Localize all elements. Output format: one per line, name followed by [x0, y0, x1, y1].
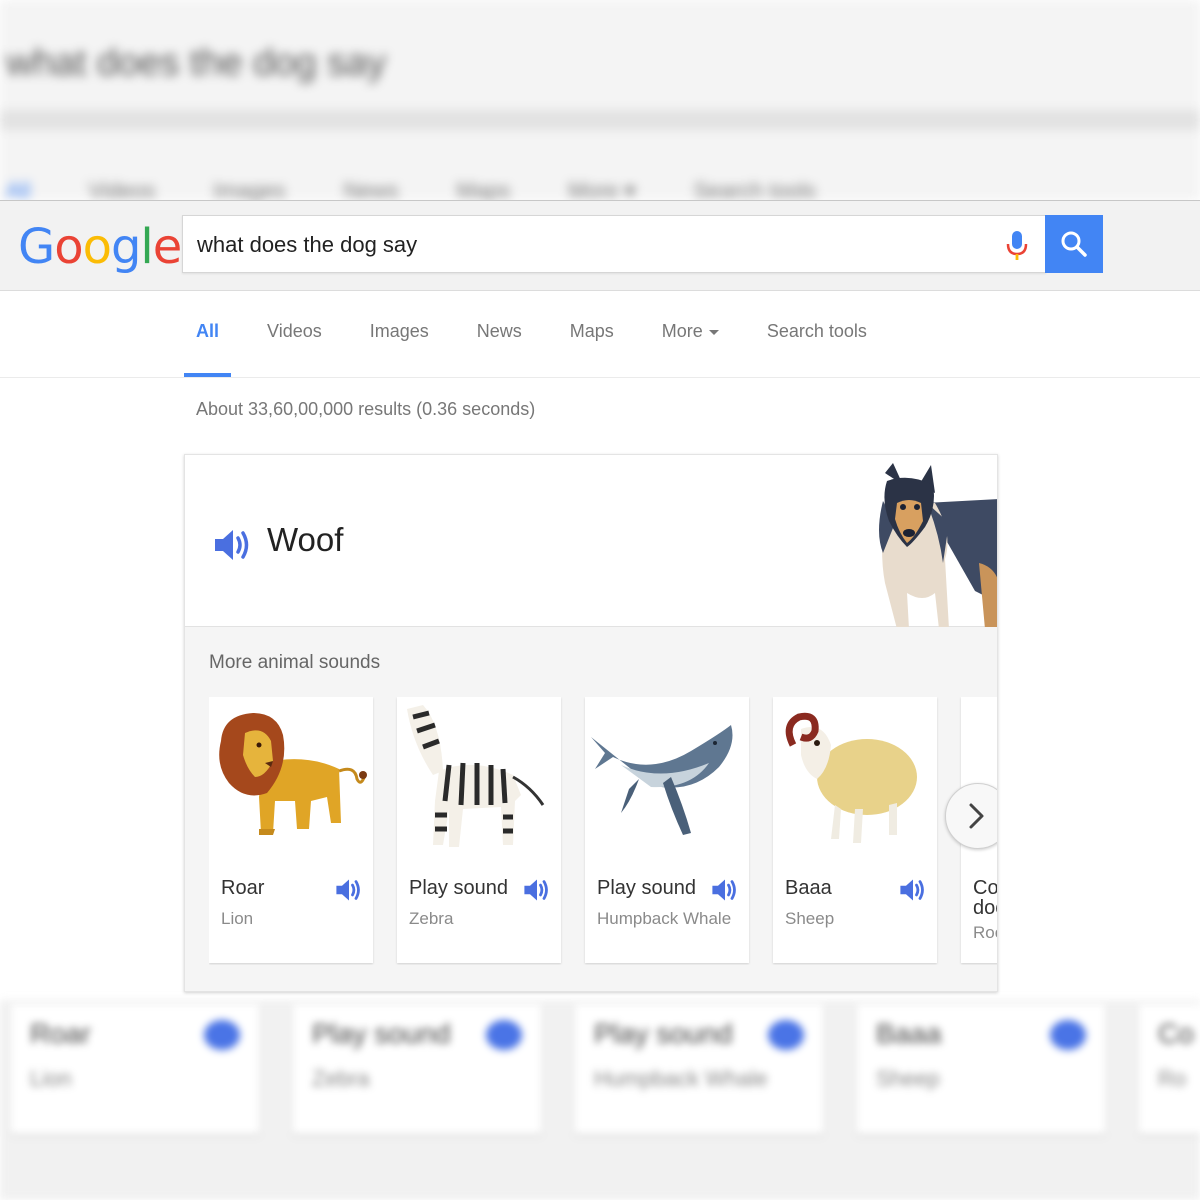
blurred-card-name: Lion: [30, 1066, 72, 1091]
blurred-card-name: Humpback Whale: [594, 1066, 768, 1091]
animal-card-lion[interactable]: Roar Lion: [209, 697, 373, 963]
logo-letter: l: [140, 219, 153, 275]
blurred-tab: Videos: [88, 178, 156, 203]
animal-name: Lion: [221, 909, 254, 928]
blurred-tabs: All Videos Images News Maps More ▾ Searc…: [0, 178, 816, 203]
tab-more[interactable]: More: [650, 291, 731, 377]
animal-sound-label: Roar: [221, 877, 265, 899]
search-input[interactable]: [197, 230, 977, 260]
animal-carousel: Roar Lion Play sound Zebra Play sound Hu…: [209, 697, 997, 965]
animal-sound-answer-card: Woof More animal sounds Roar Lion Play s…: [184, 454, 998, 992]
results-stats: About 33,60,00,000 results (0.36 seconds…: [196, 399, 536, 419]
magnifier-icon: [1061, 231, 1087, 257]
speaker-icon[interactable]: [523, 877, 551, 903]
tab-images[interactable]: Images: [358, 291, 441, 377]
blurred-card-name: Zebra: [312, 1066, 370, 1091]
search-box: [182, 215, 1046, 273]
google-logo[interactable]: Google: [18, 219, 183, 275]
speaker-icon: [768, 1020, 804, 1050]
animal-name: Zebra: [409, 909, 454, 928]
zebra-illustration: [403, 705, 555, 855]
blurred-card-label: Co: [1158, 1018, 1194, 1049]
search-button[interactable]: [1045, 215, 1103, 273]
blurred-card-name: Sheep: [876, 1066, 940, 1091]
logo-letter: o: [54, 219, 83, 275]
tab-label: More: [661, 321, 703, 341]
humpback-whale-illustration: [591, 705, 743, 855]
blurred-card: Play sound Humpback Whale: [574, 1004, 824, 1134]
blurred-tab: Maps: [456, 178, 511, 203]
animal-card-zebra[interactable]: Play sound Zebra: [397, 697, 561, 963]
animal-sound-label-line2: doo: [973, 897, 997, 919]
tab-label: Search tools: [766, 321, 867, 341]
logo-letter: G: [18, 219, 55, 275]
blurred-divider: [0, 110, 1200, 130]
speaker-icon[interactable]: [711, 877, 739, 903]
tabs-divider: [0, 377, 1200, 378]
blurred-card-name: Ro: [1158, 1066, 1187, 1091]
dog-illustration: [875, 463, 997, 629]
tab-label: Videos: [267, 321, 322, 341]
logo-letter: g: [110, 219, 141, 275]
speaker-icon[interactable]: [335, 877, 363, 903]
chevron-right-icon: [969, 803, 984, 829]
tab-videos[interactable]: Videos: [255, 291, 334, 377]
blurred-tab: Search tools: [693, 178, 816, 203]
tab-maps[interactable]: Maps: [558, 291, 626, 377]
blurred-carousel-background: Roar Lion Play sound Zebra Play sound Humpb…: [0, 1000, 1200, 1200]
speaker-icon[interactable]: [899, 877, 927, 903]
animal-sound-label: Baaa: [785, 877, 832, 899]
blurred-card-label: Play sound: [312, 1018, 451, 1049]
answer-header: Woof: [185, 455, 997, 629]
animal-name: Roo: [973, 923, 997, 942]
mic-icon[interactable]: [1005, 230, 1029, 262]
animal-sound-label: Play sound: [409, 877, 508, 899]
animal-sound-label: Play sound: [597, 877, 696, 899]
tab-all[interactable]: All: [184, 291, 232, 377]
search-tabs: All Videos Images News Maps More Search …: [184, 291, 903, 377]
animal-card-sheep[interactable]: Baaa Sheep: [773, 697, 937, 963]
animal-name: Sheep: [785, 909, 835, 928]
tab-news[interactable]: News: [465, 291, 534, 377]
tab-search-tools[interactable]: Search tools: [755, 291, 879, 377]
speaker-icon: [204, 1020, 240, 1050]
answer-sound-text: Woof: [267, 521, 344, 558]
blurred-card: Roar Lion: [10, 1004, 260, 1134]
blurred-tab: All: [6, 178, 31, 203]
tab-label: Images: [369, 321, 429, 341]
lion-illustration: [215, 705, 367, 855]
blurred-card: Play sound Zebra: [292, 1004, 542, 1134]
blurred-card-label: Baaa: [876, 1018, 942, 1049]
logo-letter: o: [82, 219, 112, 275]
tab-label: News: [476, 321, 522, 341]
speaker-icon[interactable]: [213, 527, 253, 563]
more-animal-sounds-title: More animal sounds: [209, 652, 381, 673]
logo-letter: e: [152, 219, 183, 275]
blurred-tab: Images: [213, 178, 286, 203]
blurred-card: Co Ro: [1138, 1004, 1200, 1134]
sheep-illustration: [779, 705, 931, 855]
speaker-icon: [1050, 1020, 1086, 1050]
more-animal-sounds-section: More animal sounds Roar Lion Play sound …: [185, 627, 997, 991]
blurred-tab: More ▾: [568, 178, 636, 203]
search-header: Google: [0, 201, 1200, 291]
blurred-tab: News: [343, 178, 399, 203]
speaker-icon: [486, 1020, 522, 1050]
blurred-query-text: what does the dog say: [6, 42, 387, 84]
animal-card-humpback-whale[interactable]: Play sound Humpback Whale: [585, 697, 749, 963]
blurred-header-background: what does the dog say All Videos Images …: [0, 0, 1200, 203]
tab-label: All: [196, 321, 220, 341]
search-results-page: Google All Videos Images News Maps More: [0, 200, 1200, 1000]
animal-name: Humpback Whale: [597, 909, 732, 928]
tab-label: Maps: [569, 321, 614, 341]
blurred-card-label: Roar: [30, 1018, 91, 1049]
dropdown-caret-icon: [708, 329, 719, 335]
blurred-card-label: Play sound: [594, 1018, 733, 1049]
blurred-card: Baaa Sheep: [856, 1004, 1106, 1134]
